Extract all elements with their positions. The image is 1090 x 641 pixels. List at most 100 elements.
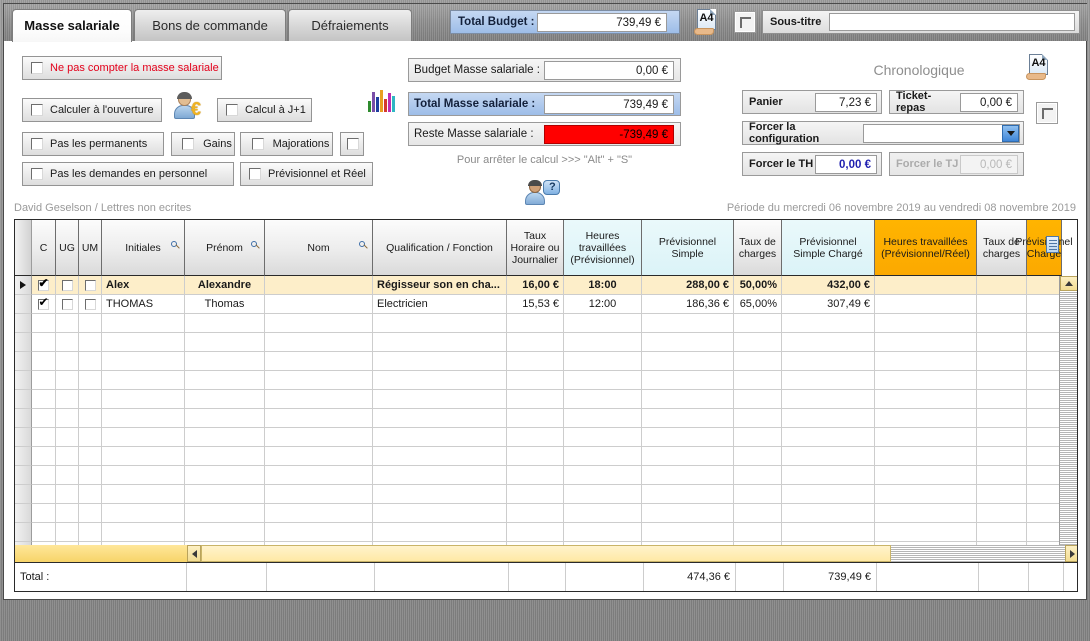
forcer-th-value[interactable]: 0,00 € xyxy=(815,154,877,174)
cell-nom[interactable] xyxy=(265,504,373,523)
cell-taux_c1[interactable] xyxy=(734,504,782,523)
tab-defraiements[interactable]: Défraiements xyxy=(288,9,412,41)
table-row[interactable] xyxy=(15,352,1062,371)
cell-prev_sc[interactable] xyxy=(782,485,875,504)
cell-taux_h[interactable] xyxy=(507,333,564,352)
cell-um[interactable] xyxy=(79,333,102,352)
cell-c[interactable] xyxy=(32,371,56,390)
row-indicator[interactable] xyxy=(15,333,32,352)
cell-prev_chg[interactable] xyxy=(1027,352,1062,371)
cell-prev_chg[interactable] xyxy=(1027,276,1062,295)
cell-um[interactable] xyxy=(79,409,102,428)
column-header-um[interactable]: UM xyxy=(79,220,102,276)
cell-prev_chg[interactable] xyxy=(1027,409,1062,428)
search-icon[interactable] xyxy=(171,241,180,250)
table-row[interactable]: AlexAlexandre Régisseur son en cha...16,0… xyxy=(15,276,1062,295)
cell-taux_h[interactable] xyxy=(507,314,564,333)
option-pas-les-demandes[interactable]: Pas les demandes en personnel xyxy=(22,162,234,186)
cell-qualif[interactable] xyxy=(373,333,507,352)
cell-um[interactable] xyxy=(79,314,102,333)
total-masse-value[interactable]: 739,49 € xyxy=(544,94,674,114)
cell-qualif[interactable] xyxy=(373,409,507,428)
cell-taux_c2[interactable] xyxy=(977,409,1027,428)
cell-prev_s[interactable] xyxy=(642,504,734,523)
cell-nom[interactable] xyxy=(265,428,373,447)
cell-taux_c2[interactable] xyxy=(977,352,1027,371)
cell-taux_c1[interactable] xyxy=(734,314,782,333)
cell-ug[interactable] xyxy=(56,276,79,295)
cell-prev_s[interactable] xyxy=(642,447,734,466)
cell-taux_c1[interactable]: 65,00% xyxy=(734,295,782,314)
cell-c[interactable] xyxy=(32,447,56,466)
cell-prev_sc[interactable] xyxy=(782,447,875,466)
cell-prev_sc[interactable] xyxy=(782,409,875,428)
cell-taux_h[interactable] xyxy=(507,409,564,428)
row-indicator[interactable] xyxy=(15,314,32,333)
row-indicator[interactable] xyxy=(15,390,32,409)
cell-heures_pr[interactable] xyxy=(875,523,977,542)
cell-taux_h[interactable] xyxy=(507,504,564,523)
cell-taux_c2[interactable] xyxy=(977,447,1027,466)
cell-ug[interactable] xyxy=(56,523,79,542)
scroll-right-button[interactable] xyxy=(1065,545,1077,562)
cell-ug[interactable] xyxy=(56,333,79,352)
cell-taux_c2[interactable] xyxy=(977,466,1027,485)
cell-taux_h[interactable] xyxy=(507,523,564,542)
checkbox-calcul-j1[interactable] xyxy=(226,104,238,116)
cell-taux_c1[interactable] xyxy=(734,447,782,466)
checkbox-c[interactable] xyxy=(38,295,49,310)
option-unlabeled[interactable] xyxy=(340,132,364,156)
subtitle-input[interactable] xyxy=(829,13,1075,31)
table-row[interactable] xyxy=(15,409,1062,428)
cell-initiales[interactable] xyxy=(102,447,185,466)
cell-c[interactable] xyxy=(32,504,56,523)
row-indicator[interactable] xyxy=(15,352,32,371)
cell-qualif[interactable]: Régisseur son en cha... xyxy=(373,276,507,295)
cell-c[interactable] xyxy=(32,352,56,371)
checkbox-um[interactable] xyxy=(84,298,96,310)
cell-heures_pr[interactable] xyxy=(875,428,977,447)
option-pas-les-permanents[interactable]: Pas les permanents xyxy=(22,132,164,156)
cell-c[interactable] xyxy=(32,485,56,504)
cell-taux_c2[interactable] xyxy=(977,523,1027,542)
scroll-left-button[interactable] xyxy=(187,545,201,562)
cell-taux_h[interactable]: 15,53 € xyxy=(507,295,564,314)
option-calcul-j1[interactable]: Calcul à J+1 xyxy=(217,98,312,122)
cell-qualif[interactable] xyxy=(373,523,507,542)
cell-heures_pr[interactable] xyxy=(875,390,977,409)
panier-value[interactable]: 7,23 € xyxy=(815,92,877,112)
search-icon[interactable] xyxy=(359,241,368,250)
cell-initiales[interactable]: THOMAS xyxy=(102,295,185,314)
search-icon[interactable] xyxy=(251,241,260,250)
cell-taux_c1[interactable] xyxy=(734,352,782,371)
checkbox-unlabeled[interactable] xyxy=(346,138,359,150)
cell-ug[interactable] xyxy=(56,314,79,333)
cell-initiales[interactable] xyxy=(102,333,185,352)
cell-heures_p[interactable] xyxy=(564,485,642,504)
column-header-prenom[interactable]: Prénom xyxy=(185,220,265,276)
cell-ug[interactable] xyxy=(56,504,79,523)
cell-taux_c1[interactable] xyxy=(734,409,782,428)
cell-qualif[interactable] xyxy=(373,504,507,523)
cell-prev_chg[interactable] xyxy=(1027,504,1062,523)
cell-ug[interactable] xyxy=(56,390,79,409)
table-row[interactable] xyxy=(15,485,1062,504)
table-row[interactable] xyxy=(15,504,1062,523)
cell-initiales[interactable] xyxy=(102,466,185,485)
cell-prev_s[interactable] xyxy=(642,409,734,428)
vertical-scrollbar[interactable] xyxy=(1059,276,1077,561)
cell-initiales[interactable] xyxy=(102,523,185,542)
table-row[interactable]: THOMASThomas Electricien15,53 €12:00186,3… xyxy=(15,295,1062,314)
row-indicator[interactable] xyxy=(15,428,32,447)
cell-taux_c1[interactable] xyxy=(734,485,782,504)
staff-data-grid[interactable]: C UG UM Initiales Prénom Nom Qualification / F… xyxy=(14,219,1078,592)
cell-nom[interactable] xyxy=(265,333,373,352)
cell-taux_c2[interactable] xyxy=(977,333,1027,352)
cell-prev_sc[interactable] xyxy=(782,466,875,485)
cell-prev_chg[interactable] xyxy=(1027,485,1062,504)
hscroll-thumb[interactable] xyxy=(201,545,891,562)
a4-page-icon[interactable]: A4 xyxy=(694,9,718,35)
cell-taux_c2[interactable] xyxy=(977,314,1027,333)
cell-heures_p[interactable] xyxy=(564,447,642,466)
cell-qualif[interactable] xyxy=(373,485,507,504)
